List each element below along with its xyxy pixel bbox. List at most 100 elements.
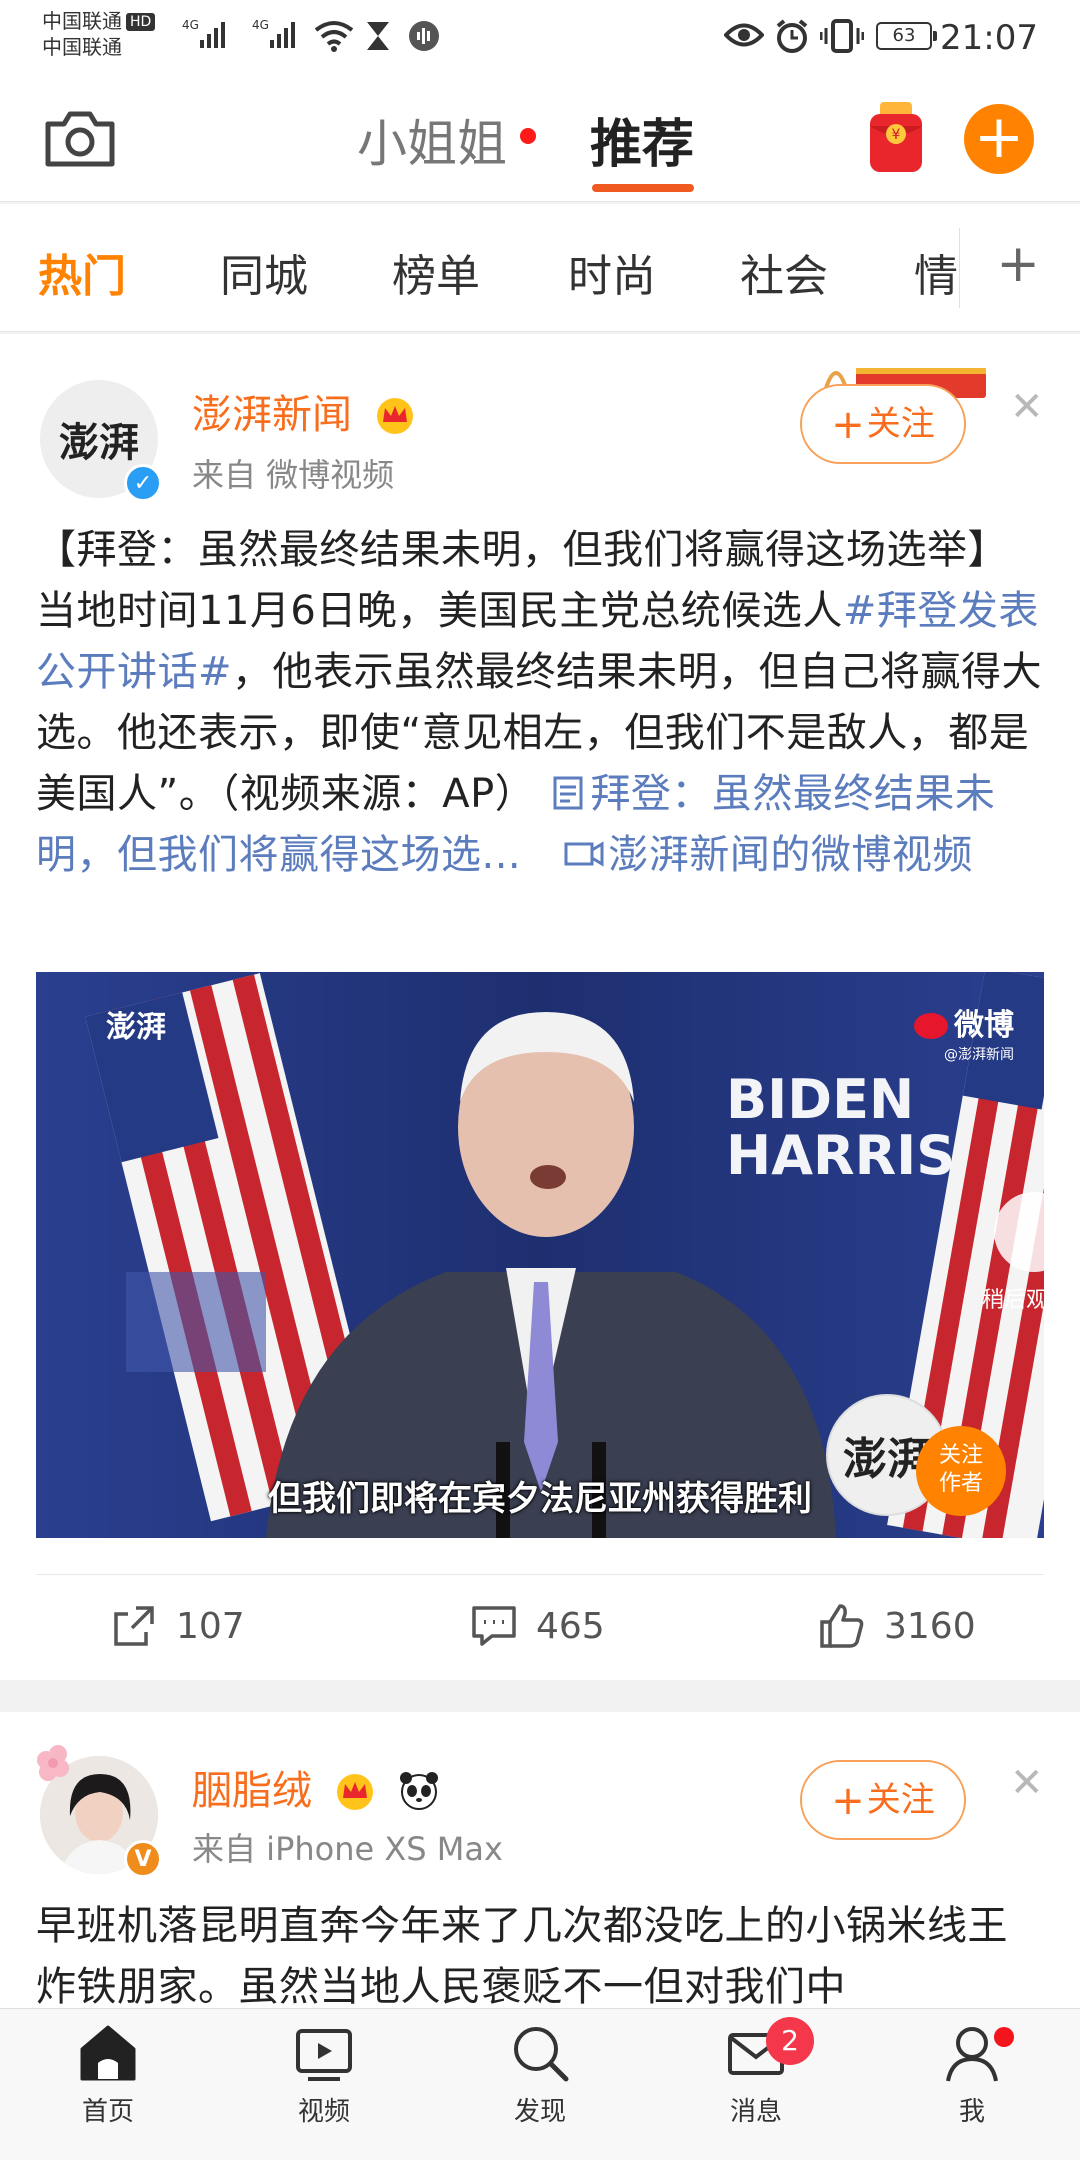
verified-icon: V <box>124 1840 162 1878</box>
divider <box>959 228 960 308</box>
sound-icon <box>409 21 439 51</box>
comment-count: 465 <box>536 1605 605 1647</box>
hourglass-icon <box>367 22 389 50</box>
me-unread-dot <box>994 2027 1014 2047</box>
flower-icon <box>37 1745 69 1781</box>
category-tabs: 热门 同城 榜单 时尚 社会 情 + <box>0 204 1080 332</box>
tab-video-label: 视频 <box>297 2097 350 2127</box>
feed-post: 澎湃 ✓ 澎湃新闻 来自 微博视频 +关注 ✕ 【拜登：虽然最终结果未明，但我们… <box>0 334 1080 1680</box>
camera-icon[interactable] <box>44 110 116 168</box>
thumbs-up-icon <box>820 1604 864 1648</box>
carrier-2: 中国联通 <box>42 35 122 59</box>
follow-button[interactable]: +关注 <box>800 1760 966 1840</box>
tab-discover-label: 发现 <box>513 2097 566 2127</box>
divider <box>36 1574 1044 1575</box>
video-camera-icon <box>564 841 604 867</box>
like-button[interactable]: 3160 <box>818 1602 976 1650</box>
logo-watermark: 澎湃 <box>106 1010 166 1045</box>
feed-post: V 胭脂绒 来自 iPhone XS Max +关注 ✕ 早班机落昆明直奔今年来… <box>0 1712 1080 2012</box>
hd-badge: HD <box>126 13 156 31</box>
post-text: 【拜登：虽然最终结果未明，但我们将赢得这场选举】当地时间11月6日晚，美国民主党… <box>36 520 1046 886</box>
sign-line-1: BIDEN <box>726 1068 915 1131</box>
tab-xiaojiejie[interactable]: 小姐姐 <box>357 104 507 176</box>
red-packet-icon[interactable]: ¥ <box>866 100 926 174</box>
network-type-1: 4G <box>182 18 199 32</box>
category-add-button[interactable]: + <box>996 234 1040 294</box>
avatar[interactable]: 澎湃 ✓ <box>40 380 162 502</box>
video-icon <box>296 2029 352 2081</box>
tab-home[interactable]: 首页 <box>48 2021 168 2128</box>
plus-icon: + <box>831 402 865 448</box>
carrier-1: 中国联通 <box>42 9 122 33</box>
watermark-sub: @澎湃新闻 <box>944 1047 1014 1063</box>
video-link-text: 澎湃新闻的微博视频 <box>608 832 973 878</box>
battery-indicator: 63 <box>876 22 937 50</box>
article-icon <box>553 776 583 810</box>
category-hot[interactable]: 热门 <box>38 240 126 304</box>
comment-icon <box>472 1606 516 1646</box>
top-nav: 小姐姐 推荐 ¥ + <box>0 72 1080 202</box>
unread-dot <box>520 128 536 144</box>
tab-messages[interactable]: 2 消息 <box>696 2017 816 2128</box>
follow-label: 关注 <box>866 404 935 444</box>
compose-button[interactable]: + <box>964 104 1034 174</box>
vibrate-icon <box>820 19 864 53</box>
post-text: 早班机落昆明直奔今年来了几次都没吃上的小锅米线王炸铁朋家。虽然当地人民褒贬不一但… <box>36 1903 1008 2010</box>
weibo-watermark: 微博 @澎湃新闻 <box>914 1000 1014 1064</box>
close-icon[interactable]: ✕ <box>1010 384 1044 430</box>
carrier-info: 中国联通 HD 中国联通 <box>42 8 156 60</box>
network-type-2: 4G <box>252 18 269 32</box>
follow-button[interactable]: +关注 <box>800 384 966 464</box>
home-icon <box>80 2025 136 2081</box>
signal-icon <box>200 18 225 48</box>
panda-icon <box>400 1772 439 1810</box>
wifi-icon <box>314 21 354 52</box>
avatar-logo-text: 澎湃 <box>59 419 139 466</box>
follow-label: 关注 <box>866 1780 935 1820</box>
category-society[interactable]: 社会 <box>740 240 828 304</box>
tab-me-label: 我 <box>958 2097 985 2127</box>
author-name-text: 澎湃新闻 <box>192 392 352 438</box>
category-emotion[interactable]: 情 <box>914 240 958 304</box>
video-subtitle: 但我们即将在宾夕法尼亚州获得胜利 <box>268 1479 812 1519</box>
close-icon[interactable]: ✕ <box>1010 1760 1044 1806</box>
plus-icon: + <box>831 1778 865 1824</box>
repost-button[interactable]: 107 <box>110 1602 245 1650</box>
sign-line-2: HARRIS <box>726 1124 956 1187</box>
alarm-icon <box>776 19 808 53</box>
follow-author-line-1: 关注 <box>938 1443 983 1468</box>
clock: 21:07 <box>940 18 1038 58</box>
tab-home-label: 首页 <box>81 2097 134 2127</box>
video-player[interactable]: 澎湃 BIDEN HARRIS 微博 @澎湃新闻 稍后观 澎湃 关注 作者 但我… <box>36 972 1044 1538</box>
author-name[interactable]: 胭脂绒 <box>192 1758 441 1816</box>
category-ranking[interactable]: 榜单 <box>392 240 480 304</box>
repost-count: 107 <box>176 1605 245 1647</box>
tab-messages-label: 消息 <box>729 2097 782 2127</box>
crown-icon <box>376 398 413 434</box>
tab-me[interactable]: 我 <box>912 2021 1032 2128</box>
tab-recommend[interactable]: 推荐 <box>590 102 694 177</box>
author-name[interactable]: 澎湃新闻 <box>192 382 417 440</box>
eye-icon <box>724 23 764 47</box>
video-link[interactable]: 澎湃新闻的微博视频 <box>534 832 973 878</box>
bottom-tab-bar: 首页 视频 发现 2 消息 我 <box>0 2008 1080 2160</box>
tab-video[interactable]: 视频 <box>264 2021 384 2128</box>
campaign-sign: BIDEN HARRIS <box>726 1072 955 1184</box>
comment-button[interactable]: 465 <box>470 1602 605 1650</box>
active-tab-indicator <box>592 184 694 192</box>
messages-badge: 2 <box>766 2017 814 2065</box>
author-name-text: 胭脂绒 <box>192 1768 312 1814</box>
crown-icon <box>336 1774 373 1810</box>
watermark-text: 微博 <box>954 1008 1014 1043</box>
category-fashion[interactable]: 时尚 <box>568 240 656 304</box>
post-source: 来自 iPhone XS Max <box>192 1830 503 1868</box>
verified-icon: ✓ <box>124 464 162 502</box>
tab-discover[interactable]: 发现 <box>480 2021 600 2128</box>
watch-later-label[interactable]: 稍后观 <box>982 1282 1044 1314</box>
svg-text:¥: ¥ <box>892 127 901 143</box>
search-icon <box>514 2027 569 2082</box>
like-count: 3160 <box>884 1605 976 1647</box>
category-local[interactable]: 同城 <box>220 240 308 304</box>
post-source: 来自 微博视频 <box>192 456 395 494</box>
status-bar: 中国联通 HD 中国联通 4G 4G 63 21:07 <box>0 0 1080 72</box>
